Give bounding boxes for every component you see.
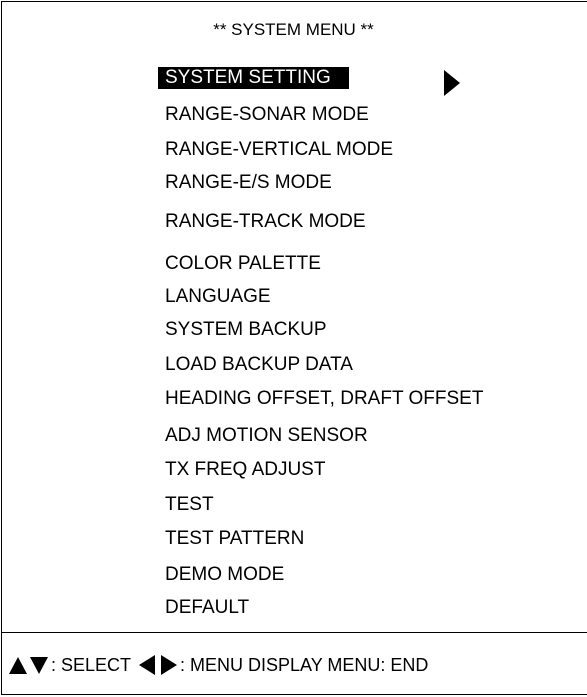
left-arrow-icon [139, 655, 156, 675]
menu-item-range-es-mode[interactable]: RANGE-E/S MODE [165, 172, 332, 194]
down-arrow-icon [30, 656, 48, 674]
right-arrow-icon [161, 655, 178, 675]
menu-item-color-palette[interactable]: COLOR PALETTE [165, 253, 321, 275]
menu-item-adj-motion-sensor[interactable]: ADJ MOTION SENSOR [165, 425, 368, 447]
menu-item-load-backup-data[interactable]: LOAD BACKUP DATA [165, 354, 353, 376]
menu-item-system-backup[interactable]: SYSTEM BACKUP [165, 319, 327, 341]
menu-item-range-vertical-mode[interactable]: RANGE-VERTICAL MODE [165, 139, 393, 161]
menu-item-range-sonar-mode[interactable]: RANGE-SONAR MODE [165, 104, 369, 126]
menu-item-language[interactable]: LANGUAGE [165, 286, 271, 308]
menu-title: ** SYSTEM MENU ** [213, 20, 374, 39]
menu-item-heading-draft-offset[interactable]: HEADING OFFSET, DRAFT OFFSET [165, 388, 483, 410]
menu-item-demo-mode[interactable]: DEMO MODE [165, 564, 284, 586]
menu-item-range-track-mode[interactable]: RANGE-TRACK MODE [165, 211, 366, 233]
menu-item-default[interactable]: DEFAULT [165, 597, 249, 619]
footer-help: : SELECT : MENU DISPLAY MENU: END [9, 650, 428, 680]
up-arrow-icon [9, 656, 27, 674]
menu-item-system-setting[interactable]: SYSTEM SETTING [158, 67, 349, 89]
menu-item-test[interactable]: TEST [165, 494, 214, 516]
menu-item-test-pattern[interactable]: TEST PATTERN [165, 528, 304, 550]
menu-item-tx-freq-adjust[interactable]: TX FREQ ADJUST [165, 459, 325, 481]
footer-display-text: : MENU DISPLAY MENU: END [180, 654, 429, 675]
submenu-arrow-icon [444, 70, 460, 96]
footer-select-text: : SELECT [51, 654, 132, 675]
footer-divider [1, 632, 587, 633]
